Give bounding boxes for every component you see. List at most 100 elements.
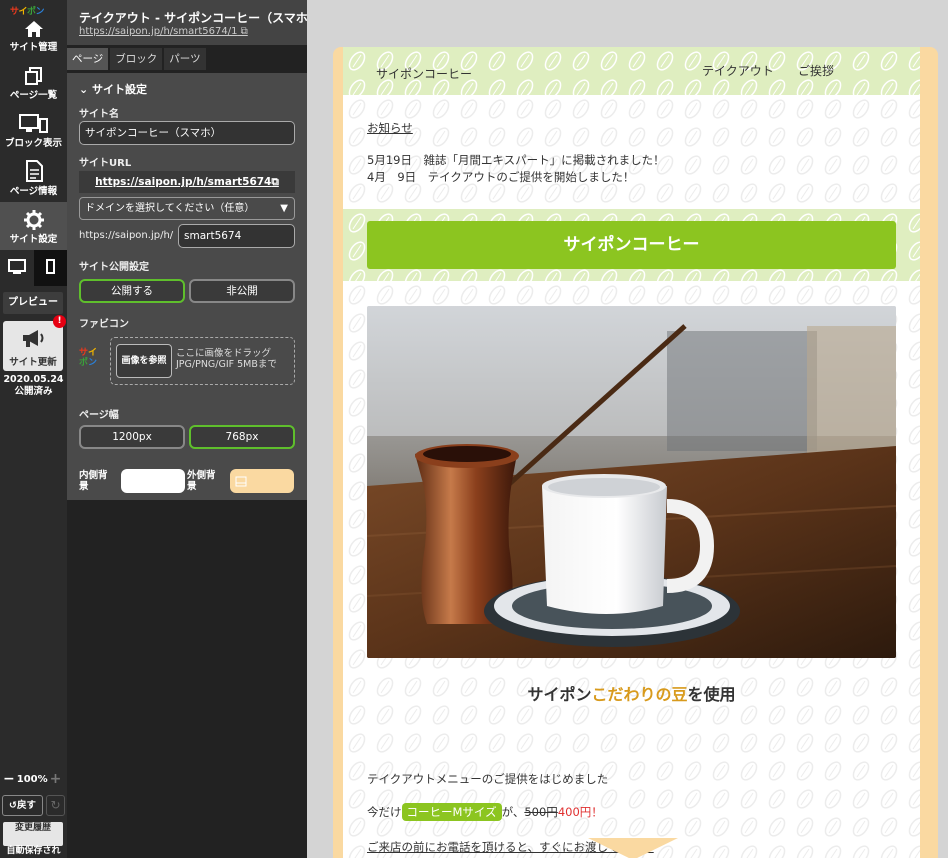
logo-char: ポ bbox=[27, 7, 36, 17]
coffee-cup-image bbox=[367, 306, 896, 658]
panel-tabs: ページ ブロック パーツ bbox=[67, 48, 206, 70]
outer-bg-color-picker[interactable] bbox=[230, 469, 294, 493]
tab-page[interactable]: ページ bbox=[67, 48, 109, 70]
news-heading[interactable]: お知らせ bbox=[367, 120, 413, 136]
undo-icon: ↺ bbox=[9, 800, 17, 811]
desktop-icon bbox=[8, 259, 26, 274]
rail-site-settings[interactable]: サイト設定 bbox=[0, 202, 67, 250]
rail-label: ブロック表示 bbox=[4, 138, 62, 149]
zoom-control: − 100% + bbox=[3, 772, 62, 786]
autosave-status: 自動保存され bbox=[6, 846, 61, 856]
favicon-preview: サイ ポン bbox=[79, 348, 97, 368]
inner-bg-label-line: 景 bbox=[79, 481, 89, 492]
favicon-dropzone[interactable]: 画像を参照 ここに画像をドラッグ JPG/PNG/GIF 5MBまで bbox=[110, 337, 295, 385]
domain-select[interactable]: ドメインを選択してください（任意） ▼ bbox=[79, 197, 295, 220]
publish-status: 2020.05.24 公開済み bbox=[0, 374, 67, 398]
outer-bg-label: 外側背 景 bbox=[187, 470, 216, 492]
page-url-link[interactable]: https://saipon.jp/h/smart5674/1 ⧉ bbox=[79, 26, 248, 37]
feature-heading-text: を使用 bbox=[687, 685, 736, 704]
publish-status-label: 公開済み bbox=[14, 386, 53, 397]
down-arrow-icon bbox=[588, 838, 678, 858]
rail-page-list[interactable]: ページ一覧 bbox=[0, 66, 67, 104]
gear-icon bbox=[23, 210, 44, 230]
preview-button[interactable]: プレビュー bbox=[3, 292, 63, 314]
history-label: 変更履歴 bbox=[14, 823, 51, 833]
tab-parts[interactable]: パーツ bbox=[164, 48, 206, 70]
favicon-hint-line: JPG/PNG/GIF 5MBまで bbox=[176, 359, 277, 370]
favicon-char: イ bbox=[88, 348, 98, 358]
site-update-button[interactable]: サイト更新 ! bbox=[3, 315, 66, 371]
intro-text: テイクアウトメニューのご提供をはじめました bbox=[367, 772, 609, 786]
preview-canvas: サイポンコーヒー テイクアウト ご挨拶 お知らせ 5月19日 雑誌「月間エキスパ… bbox=[307, 0, 948, 858]
width-1200-button[interactable]: 1200px bbox=[79, 425, 185, 449]
page-title: テイクアウト - サイポンコーヒー（スマホ） bbox=[79, 11, 307, 25]
offer-line: 今だけ コーヒーMサイズ が、500円400円！ bbox=[367, 803, 603, 821]
logo-char: イ bbox=[18, 7, 28, 17]
undo-button[interactable]: ↺戻す bbox=[2, 795, 43, 816]
logo-char: ン bbox=[35, 7, 45, 17]
mobile-icon bbox=[46, 259, 55, 274]
site-settings-section: ⌄ サイト設定 サイト名 サイポンコーヒー（スマホ） サイトURL https:… bbox=[67, 73, 307, 500]
publish-setting-label: サイト公開設定 bbox=[79, 262, 149, 273]
redo-button[interactable]: ↻ bbox=[46, 795, 65, 816]
offer-tag: コーヒーMサイズ bbox=[401, 803, 502, 821]
chevron-down-icon: ⌄ bbox=[79, 83, 93, 96]
zoom-in-button[interactable]: + bbox=[50, 772, 62, 786]
site-brand-link[interactable]: サイポンコーヒー bbox=[376, 65, 472, 82]
hero-title-banner[interactable]: サイポンコーヒー bbox=[367, 221, 896, 269]
update-label: サイト更新 bbox=[9, 357, 57, 368]
nav-takeout[interactable]: テイクアウト bbox=[702, 62, 774, 79]
publish-off-button[interactable]: 非公開 bbox=[189, 279, 295, 303]
news-item: 4月 9日 テイクアウトのご提供を開始しました！ bbox=[367, 170, 635, 184]
width-768-button[interactable]: 768px bbox=[189, 425, 295, 449]
rail-block-view[interactable]: ブロック表示 bbox=[0, 114, 67, 152]
monitor-icon bbox=[18, 114, 48, 133]
device-mobile-button[interactable] bbox=[34, 250, 67, 286]
rail-label: サイト管理 bbox=[9, 42, 58, 53]
redo-icon: ↻ bbox=[50, 798, 61, 812]
hero-band: サイポンコーヒー bbox=[343, 209, 920, 281]
rail-label: ページ情報 bbox=[9, 186, 58, 197]
rail-label: ページ一覧 bbox=[9, 90, 58, 101]
zoom-out-button[interactable]: − bbox=[3, 772, 15, 786]
coffee-photo[interactable] bbox=[367, 306, 896, 658]
saipon-logo[interactable]: サイポン bbox=[10, 4, 45, 17]
rail-page-info[interactable]: ページ情報 bbox=[0, 160, 67, 198]
favicon-browse-button[interactable]: 画像を参照 bbox=[116, 344, 172, 378]
document-icon bbox=[25, 160, 43, 182]
device-pc-button[interactable] bbox=[0, 250, 34, 286]
favicon-hint-line: ここに画像をドラッグ bbox=[176, 348, 272, 359]
update-alert-badge: ! bbox=[53, 315, 66, 328]
feature-heading-text: サイポン bbox=[527, 685, 592, 704]
site-preview: サイポンコーヒー テイクアウト ご挨拶 お知らせ 5月19日 雑誌「月間エキスパ… bbox=[333, 47, 938, 858]
favicon-char: サ bbox=[79, 348, 89, 358]
panel-header: テイクアウト - サイポンコーヒー（スマホ） https://saipon.jp… bbox=[67, 0, 307, 45]
domain-select-value: ドメインを選択してください（任意） bbox=[85, 203, 255, 214]
site-name-input[interactable]: サイポンコーヒー（スマホ） bbox=[79, 121, 295, 145]
megaphone-icon bbox=[23, 330, 44, 347]
url-prefix: https://saipon.jp/h/ bbox=[79, 230, 174, 241]
favicon-label: ファビコン bbox=[79, 319, 129, 330]
new-price: 400円！ bbox=[557, 805, 603, 819]
external-link-icon: ⧉ bbox=[237, 26, 248, 37]
feature-heading-highlight: こだわりの豆 bbox=[591, 685, 688, 704]
feature-heading: サイポンこだわりの豆を使用 bbox=[343, 681, 920, 705]
favicon-char: ポ bbox=[79, 358, 89, 368]
section-header[interactable]: ⌄ サイト設定 bbox=[79, 81, 147, 97]
nav-greeting[interactable]: ご挨拶 bbox=[798, 62, 834, 79]
old-price: 500円 bbox=[524, 805, 558, 819]
news-item: 5月19日 雑誌「月間エキスパート」に掲載されました！ bbox=[367, 153, 665, 167]
rail-label: サイト設定 bbox=[9, 234, 58, 245]
publish-on-button[interactable]: 公開する bbox=[79, 279, 185, 303]
inner-bg-color-picker[interactable] bbox=[121, 469, 185, 493]
site-url-link[interactable]: https://saipon.jp/h/smart5674⧉ bbox=[79, 171, 295, 193]
url-slug-input[interactable]: smart5674 bbox=[178, 224, 295, 248]
rail-site-management[interactable]: サイト管理 bbox=[0, 20, 67, 58]
tab-block[interactable]: ブロック bbox=[110, 48, 163, 70]
dropdown-arrow-icon: ▼ bbox=[280, 203, 288, 214]
logo-char: サ bbox=[10, 7, 19, 17]
home-icon bbox=[24, 21, 43, 37]
page-url-text: https://saipon.jp/h/smart5674/1 bbox=[79, 26, 238, 37]
offer-text: 今だけ bbox=[367, 805, 402, 819]
section-title: サイト設定 bbox=[92, 83, 148, 96]
